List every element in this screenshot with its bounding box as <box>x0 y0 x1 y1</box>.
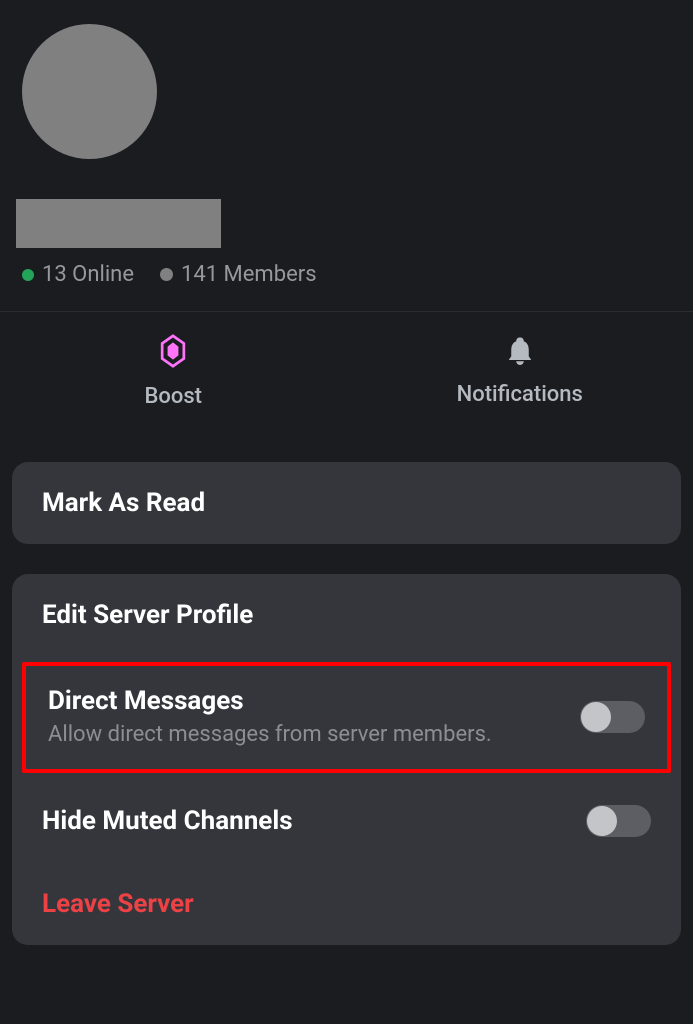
settings-content: Mark As Read Edit Server Profile Direct … <box>0 436 693 945</box>
direct-messages-subtitle: Allow direct messages from server member… <box>48 722 580 747</box>
mark-as-read-label: Mark As Read <box>42 488 205 518</box>
direct-messages-row[interactable]: Direct Messages Allow direct messages fr… <box>26 666 667 769</box>
direct-messages-title: Direct Messages <box>48 686 580 716</box>
members-count-text: 141 Members <box>181 262 317 287</box>
hide-muted-title: Hide Muted Channels <box>42 806 586 836</box>
members-dot-icon <box>160 268 173 281</box>
leave-server-button[interactable]: Leave Server <box>12 863 681 945</box>
boost-icon <box>160 334 186 368</box>
notifications-button[interactable]: Notifications <box>347 334 693 409</box>
highlight-annotation: Direct Messages Allow direct messages fr… <box>22 662 671 773</box>
mark-read-card: Mark As Read <box>12 462 681 544</box>
server-avatar[interactable] <box>22 24 157 159</box>
boost-button[interactable]: Boost <box>0 334 347 409</box>
mark-as-read-button[interactable]: Mark As Read <box>12 462 681 544</box>
edit-profile-label: Edit Server Profile <box>42 600 253 630</box>
boost-label: Boost <box>144 384 202 409</box>
online-status-dot-icon <box>22 269 34 281</box>
server-header: 13 Online 141 Members <box>0 0 693 312</box>
hide-muted-text: Hide Muted Channels <box>42 806 586 836</box>
direct-messages-toggle[interactable] <box>580 701 645 733</box>
action-row: Boost Notifications <box>0 312 693 436</box>
edit-server-profile-button[interactable]: Edit Server Profile <box>12 574 681 656</box>
bell-icon <box>505 334 535 366</box>
direct-messages-text: Direct Messages Allow direct messages fr… <box>48 686 580 747</box>
hide-muted-channels-row[interactable]: Hide Muted Channels <box>12 779 681 863</box>
settings-card: Edit Server Profile Direct Messages Allo… <box>12 574 681 945</box>
notifications-label: Notifications <box>457 382 583 407</box>
hide-muted-toggle[interactable] <box>586 805 651 837</box>
leave-server-label: Leave Server <box>42 889 194 919</box>
toggle-knob-icon <box>581 702 611 732</box>
toggle-knob-icon <box>587 806 617 836</box>
server-name-placeholder <box>16 199 221 248</box>
server-status-row: 13 Online 141 Members <box>22 262 677 287</box>
online-count-text: 13 Online <box>42 262 134 287</box>
